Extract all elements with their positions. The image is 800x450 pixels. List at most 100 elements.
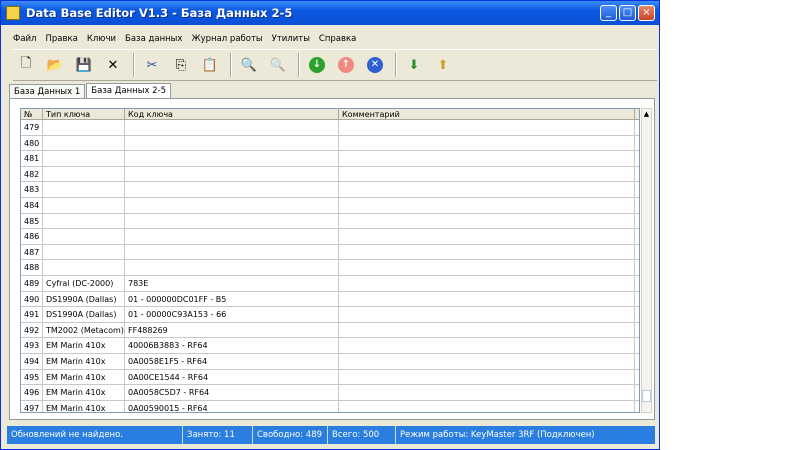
cell-key-code[interactable]: 0A00590015 - RF64 (125, 400, 339, 412)
table-row[interactable]: 484 (21, 197, 639, 214)
cell-number[interactable]: 488 (21, 260, 43, 275)
cell-key-type[interactable] (43, 229, 125, 244)
cell-key-code[interactable] (125, 151, 339, 166)
cell-key-code[interactable] (125, 260, 339, 275)
cell-key-type[interactable]: EM Marin 410x (43, 369, 125, 385)
table-row[interactable]: 496 EM Marin 410x 0A0058C5D7 - RF64 (21, 385, 639, 401)
table-row[interactable]: 489 Cyfral (DC-2000) 783E (21, 275, 639, 292)
cell-key-code[interactable] (125, 244, 339, 260)
cell-key-code[interactable]: 01 - 00000C93A153 - 66 (125, 307, 339, 322)
cell-key-type[interactable]: DS1990A (Dallas) (43, 307, 125, 322)
table-row[interactable]: 486 (21, 229, 639, 245)
cell-key-code[interactable]: FF488269 (125, 322, 339, 338)
cell-comment[interactable] (339, 182, 635, 197)
cell-comment[interactable] (339, 385, 635, 400)
cell-key-type[interactable]: Cyfral (DC-2000) (43, 275, 125, 291)
cancel-button[interactable]: ✕ (362, 52, 388, 78)
table-row[interactable]: 488 (21, 260, 639, 276)
table-row[interactable]: 491 DS1990A (Dallas) 01 - 00000C93A153 - 6… (21, 307, 639, 323)
cell-key-code[interactable]: 40006B3883 - RF64 (125, 338, 339, 353)
cell-number[interactable]: 485 (21, 213, 43, 229)
column-header-comment[interactable]: Комментарий (339, 109, 635, 119)
menu-database[interactable]: База данных (125, 34, 182, 44)
cell-number[interactable]: 484 (21, 197, 43, 213)
cell-comment[interactable] (339, 353, 635, 369)
cell-number[interactable]: 480 (21, 135, 43, 151)
cell-number[interactable]: 496 (21, 385, 43, 400)
cut-icon[interactable]: ✂ (139, 52, 165, 78)
cell-key-code[interactable] (125, 229, 339, 244)
cell-comment[interactable] (339, 275, 635, 291)
cell-key-type[interactable]: EM Marin 410x (43, 338, 125, 353)
cell-key-type[interactable] (43, 166, 125, 182)
cell-key-code[interactable] (125, 182, 339, 197)
copy-icon[interactable]: ⎘ (168, 52, 194, 78)
cell-number[interactable]: 495 (21, 369, 43, 385)
table-row[interactable]: 494 EM Marin 410x 0A0058E1F5 - RF64 (21, 353, 639, 370)
cell-key-type[interactable] (43, 182, 125, 197)
cell-comment[interactable] (339, 260, 635, 275)
cell-key-type[interactable] (43, 120, 125, 135)
close-button[interactable]: × (638, 5, 655, 21)
table-row[interactable]: 493 EM Marin 410x 40006B3883 - RF64 (21, 338, 639, 354)
cell-comment[interactable] (339, 120, 635, 135)
cell-comment[interactable] (339, 151, 635, 166)
cell-key-type[interactable] (43, 197, 125, 213)
title-bar[interactable]: Data Base Editor V1.3 - База Данных 2-5 … (1, 1, 659, 25)
write-database-icon[interactable]: ⬆ (430, 52, 456, 78)
cell-comment[interactable] (339, 229, 635, 244)
cell-number[interactable]: 489 (21, 275, 43, 291)
menu-file[interactable]: Файл (13, 34, 36, 44)
cell-comment[interactable] (339, 291, 635, 307)
cell-key-code[interactable] (125, 213, 339, 229)
cell-number[interactable]: 487 (21, 244, 43, 260)
find-next-icon[interactable]: 🔍 (265, 52, 291, 78)
cell-comment[interactable] (339, 244, 635, 260)
cell-key-code[interactable] (125, 120, 339, 135)
cell-key-type[interactable]: EM Marin 410x (43, 353, 125, 369)
tab-database-2-5[interactable]: База Данных 2-5 (86, 83, 172, 99)
cell-key-code[interactable]: 0A0058C5D7 - RF64 (125, 385, 339, 400)
scroll-thumb[interactable] (642, 390, 651, 402)
cell-key-type[interactable] (43, 260, 125, 275)
cell-key-type[interactable]: DS1990A (Dallas) (43, 291, 125, 307)
vertical-scrollbar[interactable]: ▲ (641, 108, 652, 413)
paste-icon[interactable]: 📋 (197, 52, 223, 78)
cell-key-type[interactable]: EM Marin 410x (43, 385, 125, 400)
table-row[interactable]: 479 (21, 120, 639, 136)
cell-number[interactable]: 482 (21, 166, 43, 182)
cell-number[interactable]: 481 (21, 151, 43, 166)
scroll-up-icon[interactable]: ▲ (642, 109, 651, 119)
cell-number[interactable]: 497 (21, 400, 43, 412)
menu-keys[interactable]: Ключи (87, 34, 116, 44)
cell-comment[interactable] (339, 213, 635, 229)
table-row[interactable]: 490 DS1990A (Dallas) 01 - 000000DC01FF - B… (21, 291, 639, 308)
minimize-button[interactable]: _ (600, 5, 617, 21)
cell-comment[interactable] (339, 338, 635, 353)
table-row[interactable]: 483 (21, 182, 639, 198)
new-file-icon[interactable]: 🗋 (13, 52, 39, 78)
maximize-button[interactable]: □ (619, 5, 636, 21)
cell-key-code[interactable] (125, 166, 339, 182)
cell-comment[interactable] (339, 322, 635, 338)
column-header-number[interactable]: № (21, 109, 43, 119)
cell-number[interactable]: 493 (21, 338, 43, 353)
cell-comment[interactable] (339, 166, 635, 182)
cell-key-code[interactable]: 783E (125, 275, 339, 291)
cell-key-type[interactable] (43, 135, 125, 151)
read-database-icon[interactable]: ⬇ (401, 52, 427, 78)
cell-number[interactable]: 483 (21, 182, 43, 197)
cell-key-type[interactable] (43, 213, 125, 229)
cell-comment[interactable] (339, 135, 635, 151)
cell-key-code[interactable] (125, 197, 339, 213)
table-row[interactable]: 481 (21, 151, 639, 167)
cell-number[interactable]: 486 (21, 229, 43, 244)
cell-number[interactable]: 479 (21, 120, 43, 135)
cell-key-type[interactable] (43, 244, 125, 260)
cell-number[interactable]: 490 (21, 291, 43, 307)
cell-comment[interactable] (339, 369, 635, 385)
menu-edit[interactable]: Правка (45, 34, 77, 44)
download-button[interactable]: ↓ (304, 52, 330, 78)
delete-icon[interactable]: ✕ (100, 52, 126, 78)
upload-button[interactable]: ↑ (333, 52, 359, 78)
